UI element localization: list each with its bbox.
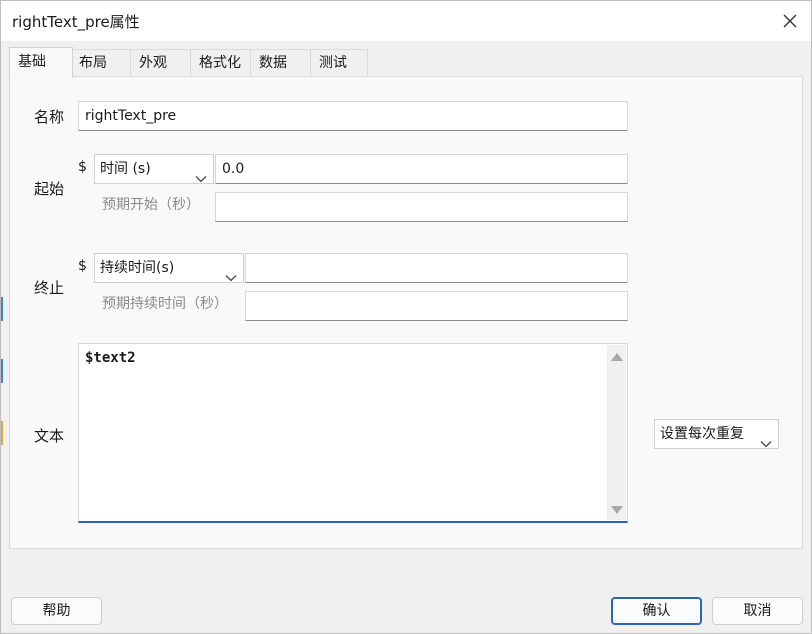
repeat-mode-select[interactable]: 设置每次重复 bbox=[654, 419, 779, 449]
start-type-value: 时间 (s) bbox=[100, 161, 151, 177]
scroll-up-arrow-icon[interactable] bbox=[611, 353, 623, 361]
stop-type-select[interactable]: 持续时间(s) bbox=[94, 253, 244, 283]
tab-label: 数据 bbox=[259, 55, 287, 71]
edge-accent-mark bbox=[1, 359, 3, 383]
tab-label: 布局 bbox=[79, 55, 107, 71]
tab-basic[interactable]: 基础 bbox=[9, 47, 73, 78]
tab-label: 格式化 bbox=[199, 55, 241, 71]
stop-dollar-sign: $ bbox=[78, 258, 87, 274]
tab-label: 测试 bbox=[319, 55, 347, 71]
chevron-down-icon bbox=[225, 264, 237, 282]
tab-appearance[interactable]: 外观 bbox=[130, 49, 191, 76]
close-icon[interactable] bbox=[777, 9, 803, 33]
window-title: rightText_pre属性 bbox=[12, 13, 140, 31]
chevron-down-icon bbox=[760, 430, 772, 448]
name-input[interactable]: rightText_pre bbox=[78, 101, 628, 131]
tab-layout[interactable]: 布局 bbox=[70, 49, 131, 76]
text-editor-scrollbar[interactable] bbox=[607, 345, 626, 520]
tab-label: 外观 bbox=[139, 55, 167, 71]
start-type-select[interactable]: 时间 (s) bbox=[94, 154, 214, 184]
tab-formatting[interactable]: 格式化 bbox=[190, 49, 251, 76]
chevron-down-icon bbox=[195, 165, 207, 183]
repeat-mode-value: 设置每次重复 bbox=[660, 426, 744, 442]
start-dollar-sign: $ bbox=[78, 159, 87, 175]
expected-start-input[interactable] bbox=[215, 192, 628, 222]
title-bar: rightText_pre属性 bbox=[1, 1, 811, 41]
stop-label: 终止 bbox=[34, 279, 65, 297]
tab-data[interactable]: 数据 bbox=[250, 49, 311, 76]
text-label: 文本 bbox=[34, 427, 65, 445]
tab-test[interactable]: 测试 bbox=[310, 49, 368, 76]
scroll-down-arrow-icon[interactable] bbox=[611, 506, 623, 514]
stop-type-value: 持续时间(s) bbox=[100, 260, 175, 276]
text-editor-content: $text2 bbox=[85, 350, 136, 366]
expected-start-label: 预期开始（秒） bbox=[102, 197, 200, 213]
expected-duration-label: 预期持续时间（秒） bbox=[102, 296, 228, 312]
expected-duration-input[interactable] bbox=[245, 291, 628, 321]
text-editor[interactable]: $text2 bbox=[78, 343, 628, 523]
edge-accent-mark bbox=[1, 297, 3, 321]
start-label: 起始 bbox=[34, 180, 65, 198]
edge-accent-mark bbox=[1, 421, 3, 445]
cancel-button[interactable]: 取消 bbox=[712, 597, 803, 625]
stop-value-input[interactable] bbox=[245, 253, 628, 283]
help-button[interactable]: 帮助 bbox=[11, 597, 102, 625]
tab-label: 基础 bbox=[18, 54, 46, 70]
start-value-input[interactable]: 0.0 bbox=[215, 154, 628, 184]
name-label: 名称 bbox=[34, 108, 65, 126]
ok-button[interactable]: 确认 bbox=[611, 597, 702, 625]
properties-dialog: rightText_pre属性 基础 布局 外观 格式化 数据 测试 名称 ri… bbox=[0, 0, 812, 634]
